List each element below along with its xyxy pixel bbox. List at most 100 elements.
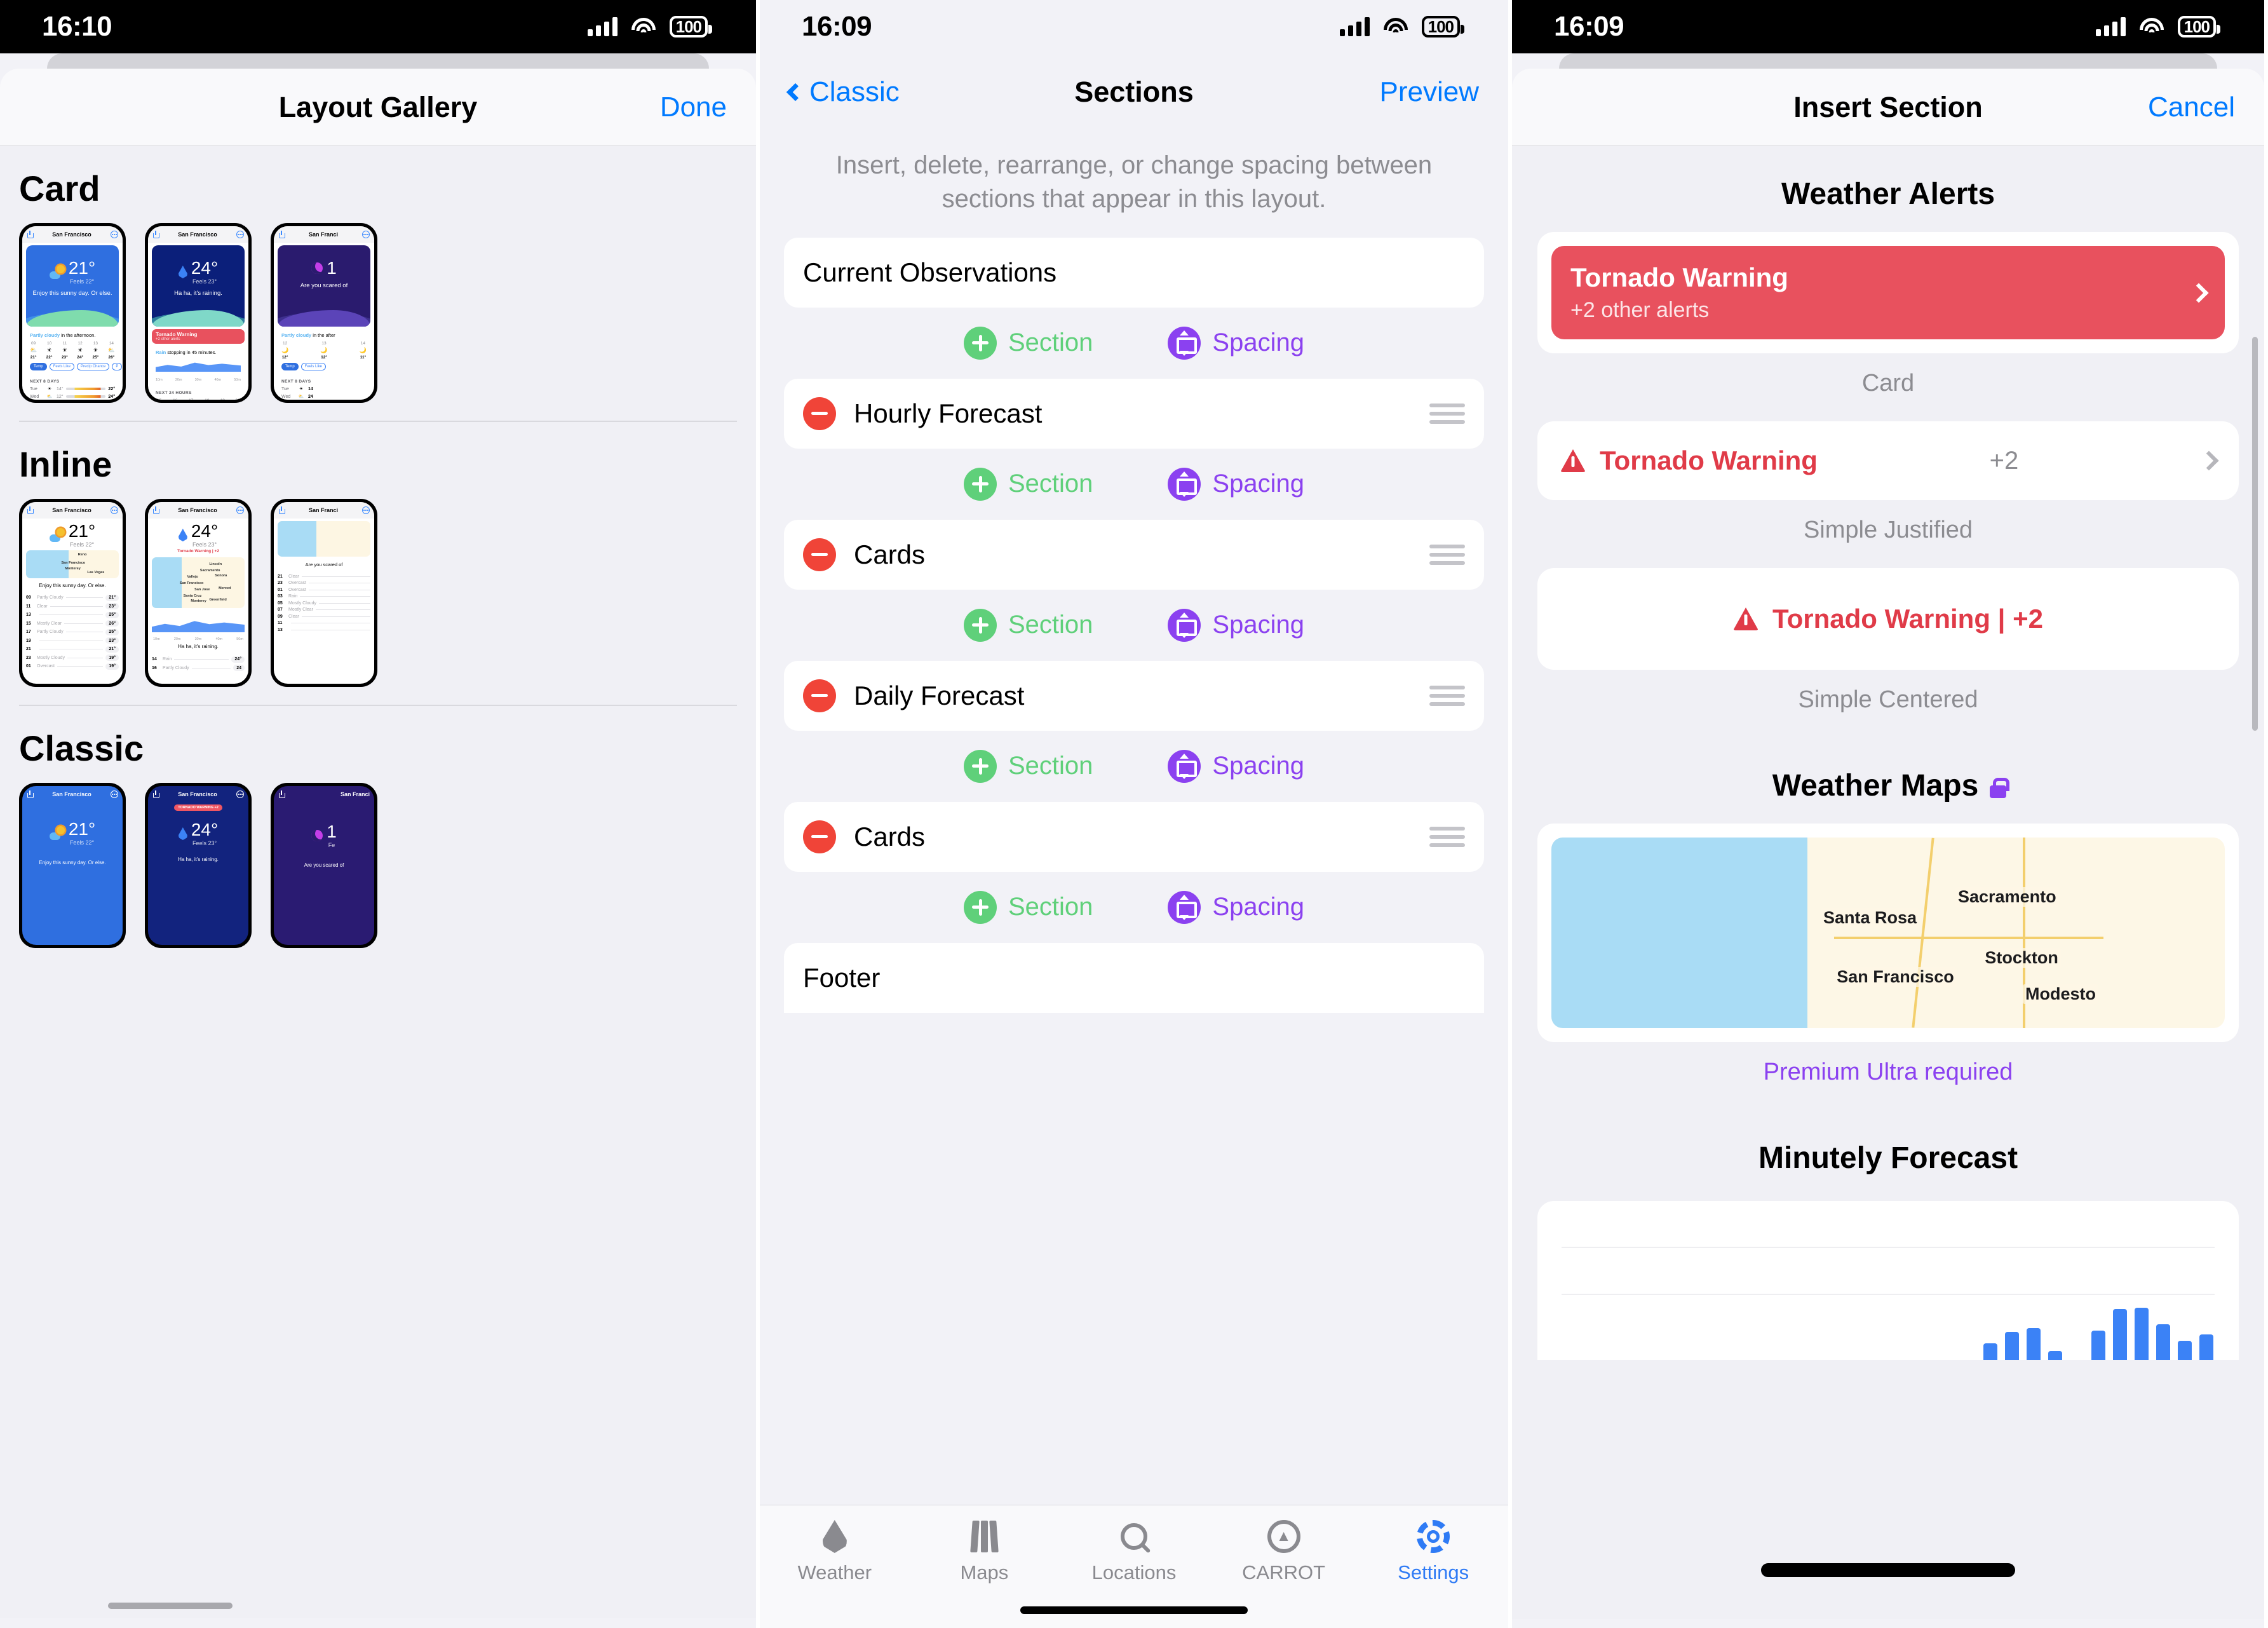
inline-alert[interactable]: Tornado Warning | +2 (148, 548, 248, 555)
layout-preview-classic-night[interactable]: San Franci 1 Fe Are you scared of (271, 783, 377, 948)
option-caption-centered: Simple Centered (1798, 686, 1978, 713)
tab-locations[interactable]: Locations (1059, 1519, 1209, 1584)
back-label: Classic (809, 76, 900, 107)
tornado-warning-card[interactable]: Tornado Warning +2 other alerts (1551, 246, 2225, 339)
minutely-chart-preview[interactable] (1537, 1201, 2239, 1360)
battery-level: 100 (2184, 17, 2210, 36)
precip-bars (1983, 1284, 2213, 1360)
add-spacing-button[interactable]: Spacing (1168, 749, 1304, 783)
preview-temp: 21° (68, 258, 96, 278)
hour-label: 23 (26, 655, 31, 660)
drag-indicator[interactable] (1761, 1563, 2015, 1577)
temp-range-bar (65, 395, 106, 398)
option-alert-centered[interactable]: Tornado Warning | +2 (1537, 568, 2239, 670)
map-label: Sonora (215, 574, 227, 578)
option-alert-justified[interactable]: Tornado Warning +2 (1537, 421, 2239, 500)
add-section-button[interactable]: Section (964, 608, 1093, 642)
add-spacing-button[interactable]: Spacing (1168, 890, 1304, 924)
phone-screen-layout-gallery: 16:10 100 Layout Gallery Done Card San F… (0, 0, 756, 1628)
done-button[interactable]: Done (660, 92, 727, 123)
spacing-icon (1168, 608, 1201, 642)
tab-weather[interactable]: Weather (760, 1519, 910, 1584)
tab-label: CARROT (1242, 1561, 1326, 1584)
tab-carrot[interactable]: ▲ CARROT (1209, 1519, 1359, 1584)
layout-preview-classic-rain[interactable]: San Francisco TORNADO WARNING +2 24° Fee… (145, 783, 252, 948)
section-row-footer[interactable]: Footer (784, 942, 1484, 1013)
chip-temp[interactable]: Temp (30, 363, 47, 370)
next-24-hours-label: NEXT 24 HOURS (156, 391, 192, 395)
map-label: San Francisco (1834, 967, 1957, 987)
day-high: 14 (308, 386, 313, 391)
chip-feels-like[interactable]: Feels Like (300, 363, 327, 370)
drag-handle-icon[interactable] (1429, 826, 1465, 847)
wifi-icon (631, 18, 656, 36)
drop-icon (822, 1520, 847, 1553)
tab-settings[interactable]: Settings (1358, 1519, 1508, 1584)
moon-icon (311, 262, 323, 274)
layout-preview-classic-sunny[interactable]: San Francisco 21° Feels 22° Enjoy this s… (19, 783, 126, 948)
map-label: Sacramento (1955, 887, 2059, 907)
remove-icon[interactable] (803, 397, 836, 430)
drag-handle-icon[interactable] (1429, 544, 1465, 565)
map-label: Monterey (191, 599, 206, 603)
remove-icon[interactable] (803, 538, 836, 571)
back-button[interactable]: Classic (786, 76, 900, 108)
add-spacing-button[interactable]: Spacing (1168, 608, 1304, 642)
option-alert-card[interactable]: Tornado Warning +2 other alerts (1537, 232, 2239, 353)
chip-partial[interactable]: P (112, 363, 123, 370)
three-phone-screenshots: 16:10 100 Layout Gallery Done Card San F… (0, 0, 2268, 1628)
preview-button[interactable]: Preview (1380, 76, 1480, 108)
option-weather-map[interactable]: Sacramento Santa Rosa Stockton San Franc… (1537, 824, 2239, 1042)
section-row-hourly-forecast[interactable]: Hourly Forecast (784, 378, 1484, 449)
layout-preview-card-night[interactable]: San Franci 1 Are you scared of Partly cl… (271, 223, 377, 403)
partly-cloudy-icon (49, 527, 65, 543)
section-row-cards-1[interactable]: Cards (784, 519, 1484, 590)
tab-maps[interactable]: Maps (910, 1519, 1060, 1584)
chip-feels-like[interactable]: Feels Like (49, 363, 75, 370)
cancel-button[interactable]: Cancel (2148, 92, 2235, 123)
drag-handle-icon[interactable] (1429, 403, 1465, 424)
card-layout-row[interactable]: San Francisco 21° Feels 22° Enjoy this s… (0, 223, 756, 403)
preview-feels: Feels 23° (192, 541, 217, 548)
condition: Overcast (288, 581, 307, 585)
hour-temp: 24° (231, 656, 245, 663)
add-section-button[interactable]: Section (964, 467, 1093, 501)
plus-icon (964, 890, 997, 924)
add-section-button[interactable]: Section (964, 749, 1093, 783)
tab-label: Settings (1398, 1561, 1469, 1584)
section-row-cards-2[interactable]: Cards (784, 801, 1484, 872)
add-section-button[interactable]: Section (964, 326, 1093, 360)
insert-controls: Section Spacing (784, 308, 1484, 379)
hour-label: 20 (234, 398, 241, 400)
condition-lead: Partly cloudy (281, 332, 312, 338)
layout-preview-inline-rain[interactable]: San Francisco 24° Feels 23° Tornado Warn… (145, 499, 252, 687)
hour-temp: 12° (321, 355, 327, 360)
inline-layout-row[interactable]: San Francisco 21° Feels 22° Reno San Fra… (0, 499, 756, 687)
chip-temp[interactable]: Temp (281, 363, 299, 370)
hour-label: 13 (321, 341, 327, 346)
remove-icon[interactable] (803, 679, 836, 712)
chip-precip-chance[interactable]: Precip Chance (77, 363, 110, 370)
layout-preview-card-rain[interactable]: San Francisco 24° Feels 23° Ha ha, it's … (145, 223, 252, 403)
section-row-daily-forecast[interactable]: Daily Forecast (784, 660, 1484, 731)
hour-temp: 19° (105, 655, 119, 661)
condition-rest: in the afternoon. (60, 332, 96, 338)
day-name: Wed (30, 394, 39, 399)
sections-list[interactable]: Insert, delete, rearrange, or change spa… (760, 131, 1508, 1505)
layout-preview-inline-night[interactable]: San Franci Are you scared of 21 Clear 23 O… (271, 499, 377, 687)
add-section-button[interactable]: Section (964, 890, 1093, 924)
add-spacing-button[interactable]: Spacing (1168, 326, 1304, 360)
vertical-scrollbar[interactable] (2252, 337, 2258, 731)
horizontal-scrollbar[interactable] (108, 1603, 233, 1609)
insert-section-list[interactable]: Weather Alerts Tornado Warning +2 other … (1512, 146, 2264, 1619)
layout-preview-inline-sunny[interactable]: San Francisco 21° Feels 22° Reno San Fra… (19, 499, 126, 687)
add-spacing-button[interactable]: Spacing (1168, 467, 1304, 501)
classic-layout-row[interactable]: San Francisco 21° Feels 22° Enjoy this s… (0, 783, 756, 948)
tornado-badge[interactable]: TORNADO WARNING +2 (174, 804, 222, 811)
drag-handle-icon[interactable] (1429, 685, 1465, 706)
layout-gallery-list[interactable]: Card San Francisco 21° Feels 22° Enjoy t… (0, 146, 756, 1618)
layout-preview-card-sunny[interactable]: San Francisco 21° Feels 22° Enjoy this s… (19, 223, 126, 403)
remove-icon[interactable] (803, 820, 836, 853)
section-row-current-observations[interactable]: Current Observations (784, 237, 1484, 308)
section-label: Current Observations (803, 257, 1057, 287)
